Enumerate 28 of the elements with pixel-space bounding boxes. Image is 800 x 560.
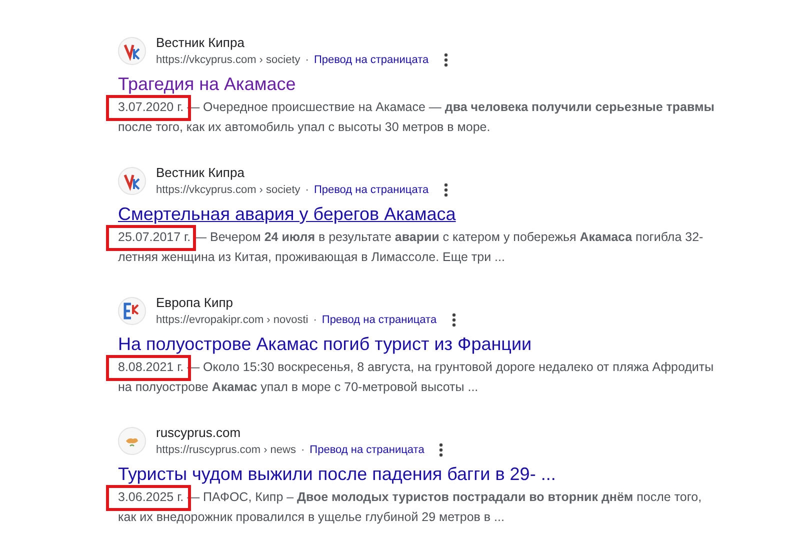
site-url[interactable]: https://vkcyprus.com › society xyxy=(156,52,300,68)
site-url[interactable]: https://evropakipr.com › novosti xyxy=(156,312,308,328)
favicon-icon xyxy=(118,167,146,195)
site-url[interactable]: https://ruscyprus.com › news xyxy=(156,442,296,458)
translate-link[interactable]: Превод на страницата xyxy=(314,52,429,68)
favicon-icon xyxy=(118,297,146,325)
more-icon[interactable] xyxy=(439,443,444,457)
more-icon[interactable] xyxy=(444,53,448,67)
separator-dot: · xyxy=(305,53,309,68)
site-name: ruscyprus.com xyxy=(156,424,242,442)
result-title[interactable]: Туристы чудом выжили после падения багги в 29- ... xyxy=(118,462,556,486)
translate-link[interactable]: Превод на страницата xyxy=(310,442,424,458)
site-name: Вестник Кипра xyxy=(156,164,246,182)
separator-dot: · xyxy=(305,183,309,198)
site-name: Европа Кипр xyxy=(156,294,234,312)
translate-link[interactable]: Превод на страницата xyxy=(322,312,437,328)
result-title[interactable]: Смертельная авария у берегов Акамаса xyxy=(118,202,456,226)
translate-link[interactable]: Превод на страницата xyxy=(314,182,429,198)
more-icon[interactable] xyxy=(452,313,456,327)
result-title[interactable]: На полуострове Акамас погиб турист из Франции xyxy=(118,332,532,356)
separator-dot: · xyxy=(313,313,317,328)
separator-dot: · xyxy=(301,443,305,458)
site-url[interactable]: https://vkcyprus.com › society xyxy=(156,182,300,198)
more-icon[interactable] xyxy=(444,183,448,197)
result-title[interactable]: Трагедия на Акамасе xyxy=(118,72,296,96)
favicon-icon xyxy=(118,427,146,455)
favicon-icon xyxy=(118,37,146,65)
site-name: Вестник Кипра xyxy=(156,34,246,52)
